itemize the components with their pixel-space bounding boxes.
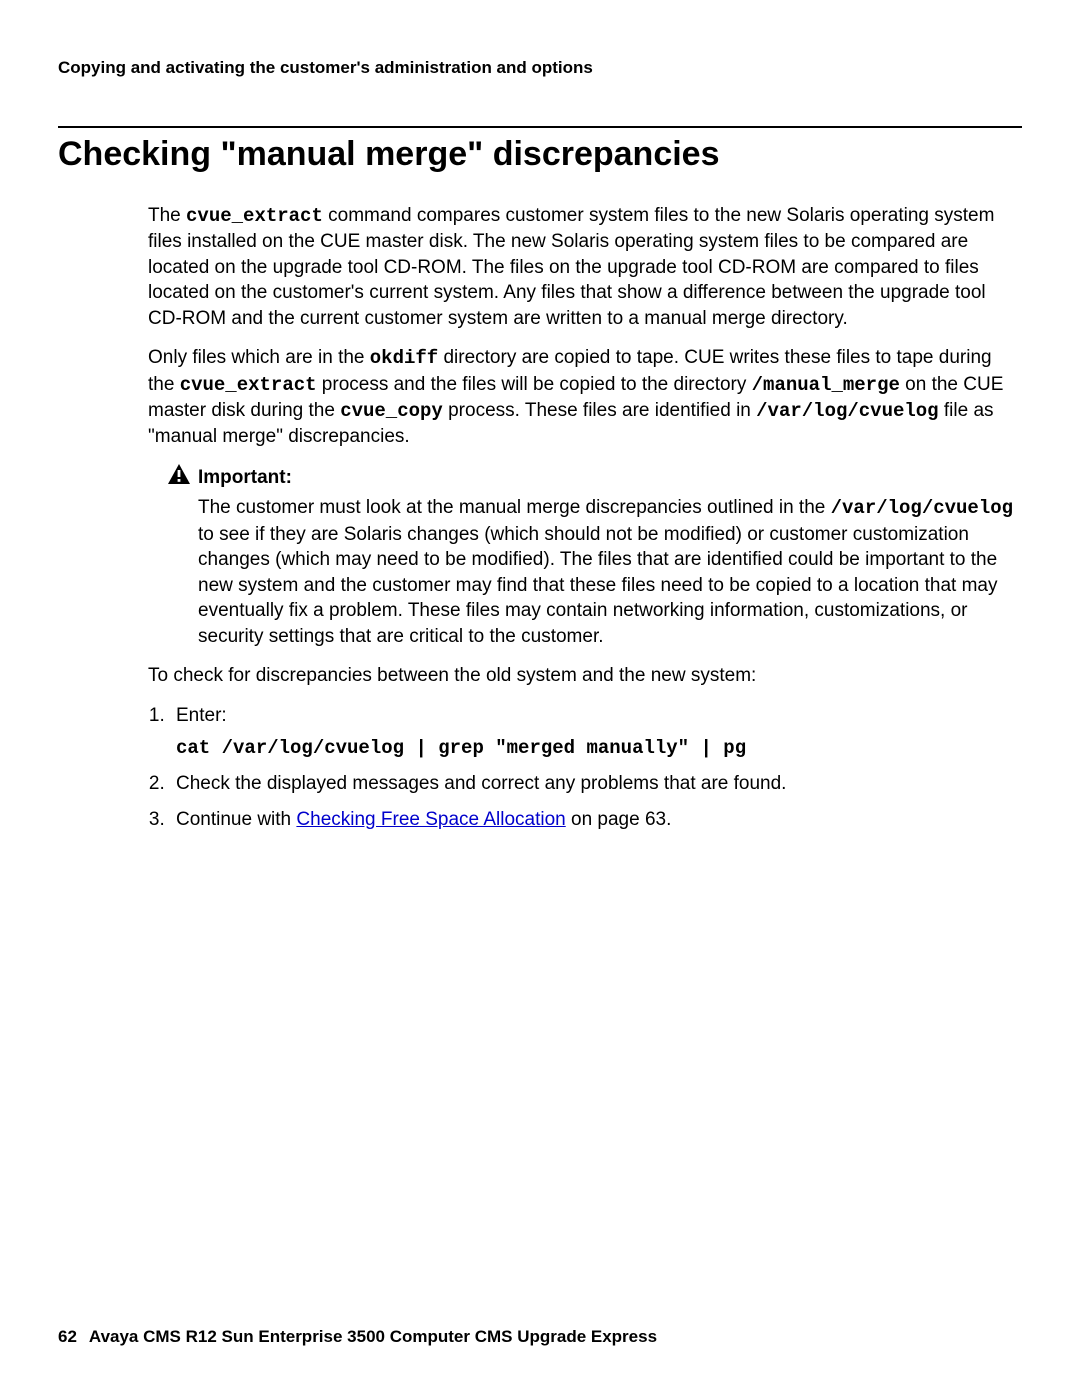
warning-icon [168, 464, 190, 491]
code-okdiff: okdiff [370, 347, 438, 369]
code-cvue-extract: cvue_extract [186, 205, 323, 227]
text: process and the files will be copied to … [317, 374, 752, 395]
step-list: Enter: cat /var/log/cvuelog | grep "merg… [170, 703, 1022, 833]
code-manual-merge: /manual_merge [752, 374, 900, 396]
step-3: Continue with Checking Free Space Alloca… [170, 807, 1022, 832]
lead-in: To check for discrepancies between the o… [148, 663, 1022, 688]
code-cvue-copy: cvue_copy [340, 400, 443, 422]
page: Copying and activating the customer's ad… [0, 0, 1080, 1397]
page-number: 62 [58, 1327, 77, 1346]
important-heading: Important: [168, 464, 1022, 491]
page-footer: 62 Avaya CMS R12 Sun Enterprise 3500 Comp… [58, 1327, 657, 1347]
text: The [148, 205, 186, 226]
important-block: Important: The customer must look at the… [198, 464, 1022, 649]
text: Only files which are in the [148, 347, 370, 368]
paragraph-2: Only files which are in the okdiff direc… [148, 345, 1022, 450]
paragraph-1: The cvue_extract command compares custom… [148, 203, 1022, 331]
footer-title: Avaya CMS R12 Sun Enterprise 3500 Comput… [89, 1327, 657, 1346]
step-1-text: Enter: [176, 705, 227, 726]
text: process. These files are identified in [443, 400, 756, 421]
text: The customer must look at the manual mer… [198, 497, 831, 518]
text: to see if they are Solaris changes (whic… [198, 524, 998, 647]
important-label: Important: [198, 465, 292, 490]
step-1: Enter: cat /var/log/cvuelog | grep "merg… [170, 703, 1022, 762]
section-rule [58, 126, 1022, 128]
step-3-text-b: on page 63. [566, 809, 672, 830]
body-content: The cvue_extract command compares custom… [148, 203, 1022, 833]
step-2: Check the displayed messages and correct… [170, 771, 1022, 796]
link-checking-free-space[interactable]: Checking Free Space Allocation [296, 809, 565, 830]
step-3-text-a: Continue with [176, 809, 296, 830]
code-cvue-extract: cvue_extract [180, 374, 317, 396]
running-header: Copying and activating the customer's ad… [58, 58, 1022, 78]
step-1-command: cat /var/log/cvuelog | grep "merged manu… [176, 736, 1022, 761]
code-cvuelog-path: /var/log/cvuelog [756, 400, 938, 422]
code-cvuelog-path: /var/log/cvuelog [831, 497, 1013, 519]
section-title: Checking "manual merge" discrepancies [58, 134, 1022, 175]
important-text: The customer must look at the manual mer… [198, 495, 1022, 649]
